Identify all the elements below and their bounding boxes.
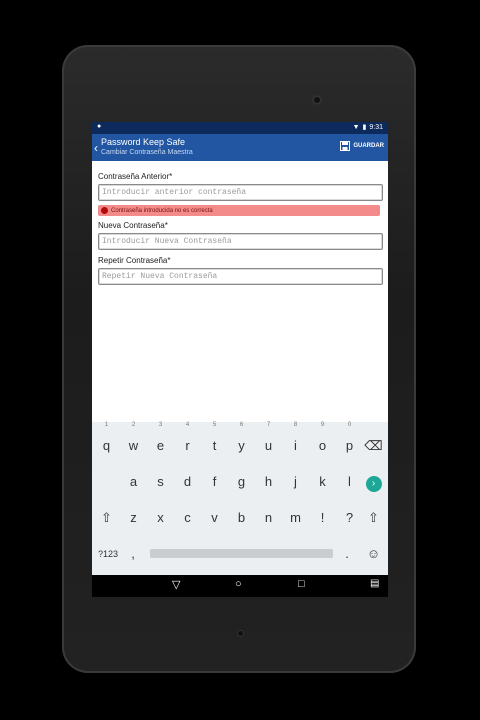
navigation-bar: ▽ ○ □ ▤: [92, 575, 388, 597]
back-nav-icon[interactable]: ▽: [172, 578, 180, 591]
key-period[interactable]: .: [338, 538, 356, 568]
symbols-key[interactable]: ?123: [93, 538, 123, 568]
old-password-input[interactable]: Introducir anterior contraseña: [98, 184, 383, 201]
key-t[interactable]: 5t: [201, 422, 228, 460]
key-h[interactable]: h: [255, 466, 282, 496]
app-title: Password Keep Safe: [101, 137, 186, 147]
key-question[interactable]: ?: [336, 502, 363, 532]
key-e[interactable]: 3e: [147, 422, 174, 460]
back-icon[interactable]: ‹: [94, 141, 98, 155]
app-bar: ‹ Password Keep Safe Cambiar Contraseña …: [92, 134, 388, 161]
key-q[interactable]: 1q: [93, 422, 120, 460]
shift-left-icon[interactable]: ⇧: [93, 502, 120, 532]
key-z[interactable]: z: [120, 502, 147, 532]
key-i[interactable]: 8i: [282, 422, 309, 460]
space-bar[interactable]: [150, 549, 333, 558]
key-n[interactable]: n: [255, 502, 282, 532]
change-password-form: Contraseña Anterior* Introducir anterior…: [98, 171, 383, 285]
backspace-icon[interactable]: ⌫: [360, 430, 387, 460]
wifi-icon: ▼: [352, 123, 360, 131]
device-sensor: [237, 630, 244, 637]
old-password-label: Contraseña Anterior*: [98, 172, 173, 181]
key-u[interactable]: 7u: [255, 422, 282, 460]
key-w[interactable]: 2w: [120, 422, 147, 460]
error-message: Contraseña introducida no es correcta: [98, 205, 380, 216]
screen: ● ▼ ▮ 9:31 ‹ Password Keep Safe Cambiar …: [92, 122, 388, 597]
key-j[interactable]: j: [282, 466, 309, 496]
key-f[interactable]: f: [201, 466, 228, 496]
front-camera: [312, 95, 322, 105]
key-comma[interactable]: ,: [124, 538, 142, 568]
key-v[interactable]: v: [201, 502, 228, 532]
save-button[interactable]: GUARDAR: [340, 141, 384, 151]
status-time: 9:31: [369, 123, 383, 131]
save-label: GUARDAR: [353, 143, 384, 149]
key-x[interactable]: x: [147, 502, 174, 532]
key-b[interactable]: b: [228, 502, 255, 532]
key-g[interactable]: g: [228, 466, 255, 496]
enter-icon[interactable]: ›: [360, 466, 387, 496]
notification-icon: ●: [97, 123, 102, 130]
app-subtitle: Cambiar Contraseña Maestra: [101, 149, 193, 156]
emoji-icon[interactable]: ☺: [360, 538, 387, 568]
shift-right-icon[interactable]: ⇧: [360, 502, 387, 532]
key-r[interactable]: 4r: [174, 422, 201, 460]
repeat-password-label: Repetir Contraseña*: [98, 256, 171, 265]
key-s[interactable]: s: [147, 466, 174, 496]
key-p[interactable]: 0p: [336, 422, 363, 460]
key-k[interactable]: k: [309, 466, 336, 496]
new-password-label: Nueva Contraseña*: [98, 221, 168, 230]
key-a[interactable]: a: [120, 466, 147, 496]
error-icon: [101, 207, 108, 214]
keyboard: 1q 2w 3e 4r 5t 6y 7u 8i 9o 0p ⌫ a s d f …: [92, 422, 388, 575]
key-m[interactable]: m: [282, 502, 309, 532]
new-password-input[interactable]: Introducir Nueva Contraseña: [98, 233, 383, 250]
battery-icon: ▮: [362, 124, 367, 131]
home-nav-icon[interactable]: ○: [235, 578, 242, 590]
repeat-password-input[interactable]: Repetir Nueva Contraseña: [98, 268, 383, 285]
keyboard-switch-icon[interactable]: ▤: [370, 578, 379, 589]
error-text: Contraseña introducida no es correcta: [111, 207, 213, 214]
key-y[interactable]: 6y: [228, 422, 255, 460]
key-c[interactable]: c: [174, 502, 201, 532]
key-exclamation[interactable]: !: [309, 502, 336, 532]
status-bar: ● ▼ ▮ 9:31: [92, 122, 388, 134]
recents-nav-icon[interactable]: □: [298, 578, 305, 590]
key-d[interactable]: d: [174, 466, 201, 496]
key-o[interactable]: 9o: [309, 422, 336, 460]
save-icon: [340, 141, 351, 151]
key-l[interactable]: l: [336, 466, 363, 496]
